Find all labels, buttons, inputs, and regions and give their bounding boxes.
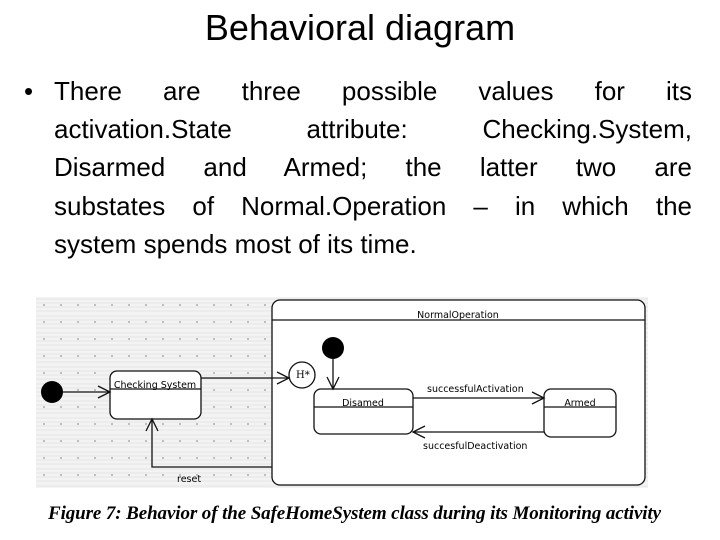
history-label: H*	[296, 370, 310, 381]
transition-label: succesfulDeactivation	[423, 441, 527, 452]
composite-state-label: NormalOperation	[417, 310, 499, 321]
state-label: Checking System	[114, 380, 196, 391]
state-diagram: H* NormalOperation Checking System Disam…	[36, 297, 648, 488]
initial-state-icon	[41, 381, 63, 403]
transition-label: reset	[177, 474, 201, 485]
figure-caption: Figure 7: Behavior of the SafeHomeSystem…	[48, 503, 661, 524]
transition-label: successfulActivation	[427, 384, 524, 395]
state-label: Disamed	[342, 398, 384, 409]
inner-initial-state-icon	[322, 337, 344, 359]
checking-system-state	[109, 370, 202, 420]
armed-state	[543, 388, 617, 438]
state-label: Armed	[564, 398, 595, 409]
disarmed-state	[313, 388, 414, 435]
